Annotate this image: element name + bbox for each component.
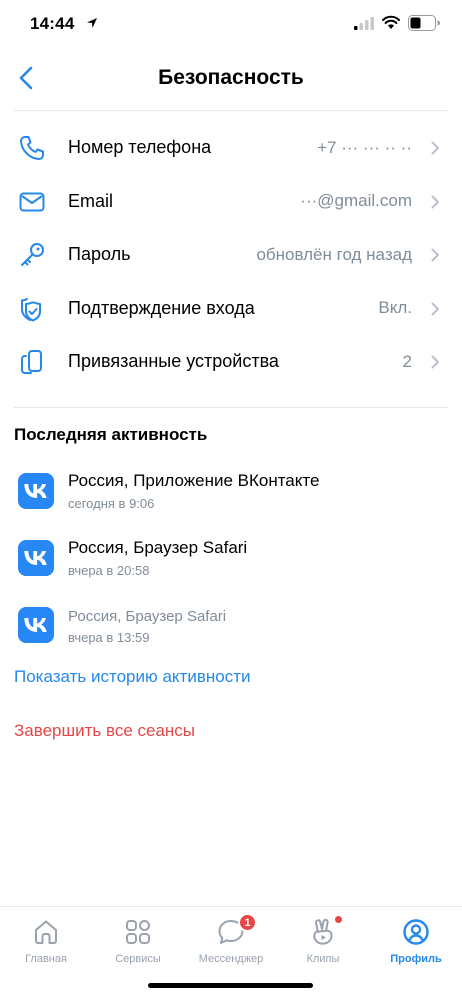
setting-label: Привязанные устройства (68, 351, 279, 372)
key-icon (21, 243, 44, 266)
phone-icon (20, 136, 44, 160)
setting-login-confirmation[interactable]: Подтверждение входа Вкл. (0, 282, 462, 336)
mail-icon (19, 192, 45, 211)
activity-location: Россия, Браузер Safari (68, 538, 248, 557)
setting-email[interactable]: Email ···@gmail.com (0, 175, 462, 229)
chevron-right-icon (431, 248, 439, 262)
signal-icon (354, 17, 374, 30)
setting-phone[interactable]: Номер телефона +7 ··· ··· ·· ·· (0, 121, 462, 175)
setting-label: Подтверждение входа (68, 297, 255, 318)
security-settings-list: Номер телефона +7 ··· ··· ·· ·· Email ··… (0, 121, 462, 389)
activity-item[interactable]: Россия, Браузер Safari вчера в 20:58 (0, 529, 462, 596)
notification-dot (335, 916, 342, 923)
chevron-right-icon (431, 302, 439, 315)
tab-services[interactable]: Сервисы (92, 913, 184, 973)
status-bar: 14:44 (0, 0, 462, 48)
vk-logo-icon (18, 607, 54, 643)
unread-badge: 1 (238, 913, 257, 932)
battery-icon (408, 15, 440, 31)
chevron-right-icon (431, 141, 439, 155)
tab-label: Сервисы (115, 953, 161, 965)
activity-location: Россия, Приложение ВКонтакте (68, 471, 320, 490)
home-icon (35, 920, 57, 944)
activity-item[interactable]: Россия, Приложение ВКонтакте сегодня в 9… (0, 462, 462, 529)
end-all-sessions-button[interactable]: Завершить все сеансы (14, 721, 195, 741)
setting-value: +7 ··· ··· ·· ·· (317, 137, 412, 157)
tab-profile[interactable]: Профиль (370, 913, 462, 973)
status-time: 14:44 (30, 14, 75, 33)
home-indicator (148, 983, 313, 988)
tab-label: Клипы (306, 953, 340, 965)
chevron-right-icon (431, 355, 439, 369)
header: Безопасность (0, 50, 462, 108)
activity-item[interactable]: Россия, Браузер Safari вчера в 13:59 (0, 596, 462, 663)
chevron-right-icon (431, 195, 439, 208)
activity-list: Россия, Приложение ВКонтакте сегодня в 9… (0, 462, 462, 663)
activity-section-title: Последняя активность (14, 425, 208, 444)
devices-icon (21, 350, 42, 374)
profile-icon (403, 919, 429, 945)
section-divider (14, 407, 448, 408)
setting-value: Вкл. (378, 298, 412, 318)
header-divider (14, 110, 448, 111)
activity-time: вчера в 20:58 (68, 563, 150, 578)
setting-label: Email (68, 190, 114, 211)
tab-home[interactable]: Главная (0, 913, 92, 973)
setting-linked-devices[interactable]: Привязанные устройства 2 (0, 335, 462, 389)
setting-password[interactable]: Пароль обновлён год назад (0, 228, 462, 282)
setting-label: Пароль (68, 244, 131, 265)
page-title: Безопасность (158, 66, 304, 89)
services-icon (126, 920, 150, 944)
setting-value: обновлён год назад (256, 244, 412, 264)
shield-check-icon (21, 297, 41, 321)
setting-label: Номер телефона (68, 137, 212, 158)
show-activity-history-link[interactable]: Показать историю активности (14, 667, 250, 687)
setting-value: 2 (402, 351, 412, 371)
clips-icon (313, 918, 333, 945)
tab-label: Мессенджер (198, 953, 264, 965)
activity-time: вчера в 13:59 (68, 630, 150, 645)
tab-messenger[interactable]: 1 Мессенджер (185, 913, 277, 973)
wifi-icon (382, 15, 400, 29)
tab-clips[interactable]: Клипы (277, 913, 369, 973)
tab-label: Профиль (390, 953, 442, 965)
tab-label: Главная (25, 953, 67, 965)
vk-logo-icon (18, 540, 54, 576)
vk-logo-icon (18, 473, 54, 509)
activity-location: Россия, Браузер Safari (68, 608, 227, 625)
setting-value: ···@gmail.com (300, 191, 412, 211)
location-arrow-icon (87, 18, 97, 28)
activity-time: сегодня в 9:06 (68, 496, 155, 511)
